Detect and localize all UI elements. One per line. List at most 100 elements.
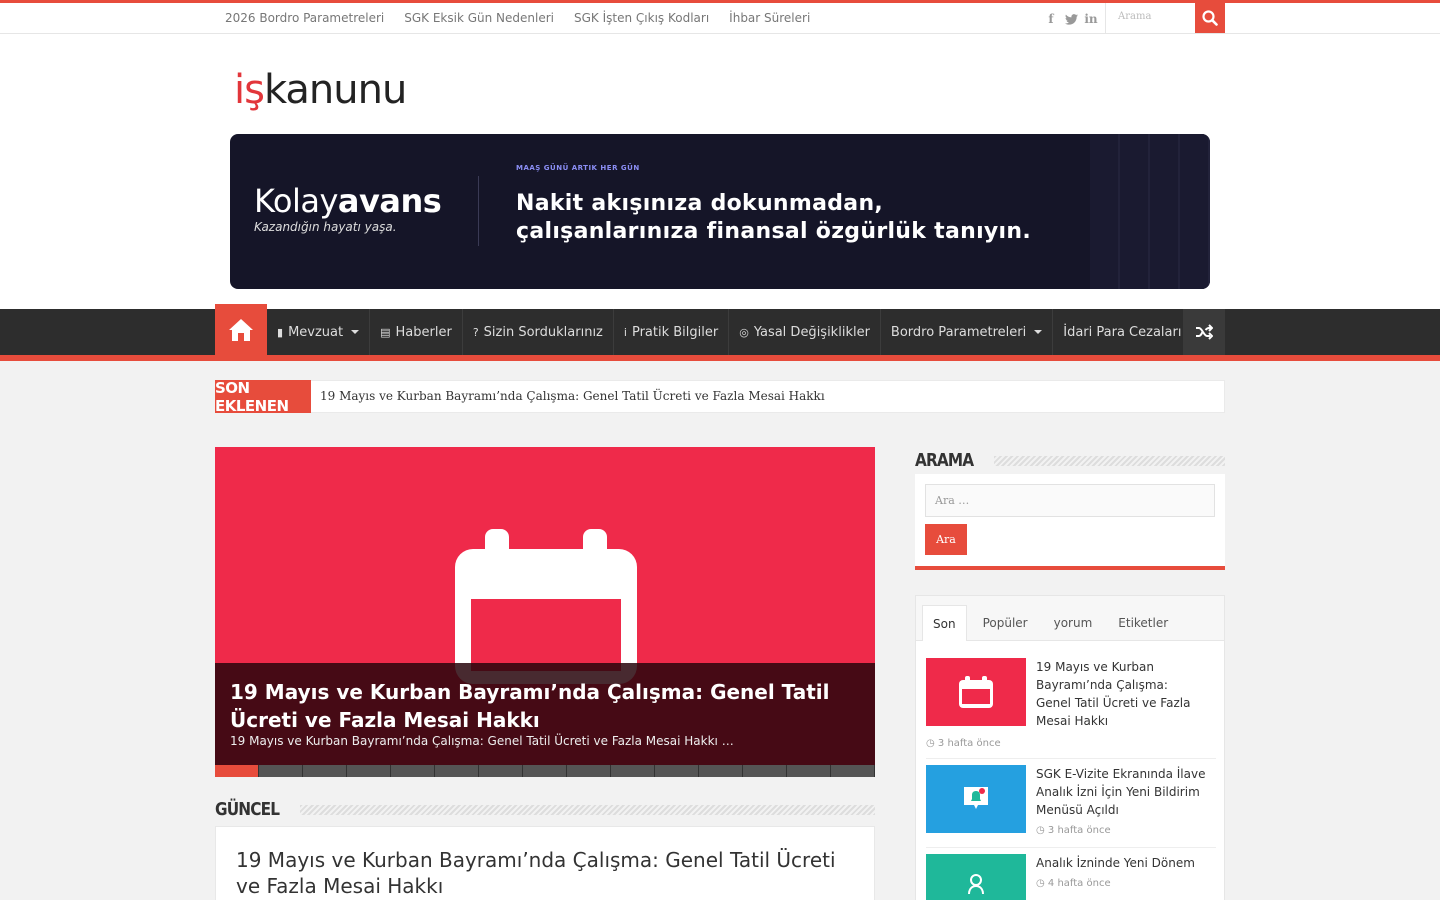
slider-dot[interactable] [215, 765, 259, 777]
search-widget-heading: ARAMA [915, 450, 974, 471]
slider-dot[interactable] [479, 765, 523, 777]
search-widget-header: ARAMA [915, 450, 1225, 471]
slider-dot[interactable] [699, 765, 743, 777]
question-icon: ? [472, 325, 479, 339]
home-icon [229, 318, 253, 341]
info-icon: i [623, 325, 627, 339]
tab-son[interactable]: Son [922, 605, 967, 641]
sidebar-post-title[interactable]: 19 Mayıs ve Kurban Bayramı’nda Çalışma: … [1036, 658, 1206, 730]
banner-divider [478, 176, 479, 246]
slider-dot[interactable] [743, 765, 787, 777]
widget-tabs: Son Popüler yorum Etiketler [916, 596, 1224, 641]
latest-post-title[interactable]: 19 Mayıs ve Kurban Bayramı’nda Çalışma: … [236, 847, 856, 899]
main-nav: ▮ Mevzuat ▤ Haberler ? Sizin Sorduklarınız i Pr… [0, 304, 1440, 361]
sidebar-post-title[interactable]: SGK E-Vizite Ekranında İlave Analık İzni… [1036, 765, 1206, 819]
sidebar-search-input[interactable]: Ara … [925, 484, 1215, 517]
post-date: ◷ 3 hafta önce [1036, 825, 1111, 836]
linkedin-icon[interactable]: in [1084, 11, 1098, 27]
newspaper-icon: ▤ [380, 325, 391, 339]
slider-dot[interactable] [303, 765, 347, 777]
heading-stripes [993, 455, 1225, 466]
top-links: 2026 Bordro Parametreleri SGK Eksik Gün … [215, 8, 820, 28]
nav-item-1[interactable]: ▤ Haberler [370, 309, 463, 355]
calendar-icon [959, 676, 993, 708]
slider-caption: 19 Mayıs ve Kurban Bayramı’nda Çalışma: … [215, 663, 875, 765]
sidebar-post-item[interactable]: Analık İzninde Yeni Dönem ◷ 4 hafta önce [926, 854, 1216, 900]
slider-dot[interactable] [831, 765, 875, 777]
nav-item-2[interactable]: ? Sizin Sorduklarınız [463, 309, 614, 355]
nav-item-label: Mevzuat [288, 324, 344, 340]
banner-slogan: Kazandığın hayatı yaşa. [254, 220, 397, 234]
nav-item-label: Pratik Bilgiler [631, 324, 719, 340]
slider-dot[interactable] [435, 765, 479, 777]
banner-headline-line-1: Nakit akışınıza dokunmadan, [516, 191, 884, 216]
logo-part-is: iş [234, 67, 265, 113]
nav-item-label: Bordro Parametreleri [890, 324, 1027, 340]
slider-dot[interactable] [611, 765, 655, 777]
site-logo[interactable]: iş kanunu [234, 67, 407, 113]
sidebar-search-button[interactable]: Ara [925, 524, 967, 555]
shuffle-icon [1196, 324, 1213, 340]
site-header: iş kanunu Kolayavans Kazandığın hayatı ya… [0, 34, 1440, 309]
item-divider [926, 758, 1216, 759]
book-icon: ▮ [277, 325, 284, 339]
breaking-news-link[interactable]: 19 Mayıs ve Kurban Bayramı’nda Çalışma: … [320, 389, 825, 403]
facebook-icon[interactable]: f [1044, 11, 1058, 27]
slider-dot[interactable] [347, 765, 391, 777]
post-thumbnail[interactable] [926, 765, 1026, 833]
post-thumbnail[interactable] [926, 658, 1026, 726]
top-search-input[interactable]: Arama [1105, 3, 1195, 33]
post-date: ◷ 3 hafta önce [926, 738, 1001, 749]
nav-items: ▮ Mevzuat ▤ Haberler ? Sizin Sorduklarınız i Pr… [267, 309, 1209, 355]
latest-post-card: 19 Mayıs ve Kurban Bayramı’nda Çalışma: … [215, 826, 875, 900]
banner-decoration [1090, 134, 1210, 289]
top-link-cikis-kodlari[interactable]: SGK İşten Çıkış Kodları [574, 8, 709, 28]
logo-part-kanunu: kanunu [263, 67, 407, 113]
random-post-button[interactable] [1183, 309, 1225, 355]
banner-brand-bold: avans [337, 182, 442, 220]
sidebar-post-item[interactable]: SGK E-Vizite Ekranında İlave Analık İzni… [926, 765, 1216, 845]
mother-baby-icon [968, 874, 984, 895]
banner-brand: Kolayavans [254, 182, 442, 220]
notification-icon [964, 787, 988, 809]
sidebar-post-title[interactable]: Analık İzninde Yeni Dönem [1036, 854, 1206, 872]
nav-item-4[interactable]: ◎ Yasal Değişiklikler [729, 309, 881, 355]
banner-headline: Nakit akışınıza dokunmadan, çalışanların… [516, 190, 1031, 246]
slider-dot[interactable] [787, 765, 831, 777]
twitter-icon[interactable] [1064, 11, 1078, 27]
nav-item-5[interactable]: Bordro Parametreleri [881, 309, 1054, 355]
tab-etiketler[interactable]: Etiketler [1108, 605, 1178, 641]
guncel-heading: GÜNCEL [215, 799, 280, 820]
nav-item-0[interactable]: ▮ Mevzuat [267, 309, 371, 355]
post-date-text: 3 hafta önce [937, 738, 1001, 749]
featured-slider[interactable]: 19 Mayıs ve Kurban Bayramı’nda Çalışma: … [215, 447, 875, 777]
slider-dot[interactable] [567, 765, 611, 777]
top-bar: 2026 Bordro Parametreleri SGK Eksik Gün … [0, 0, 1440, 34]
top-link-bordro[interactable]: 2026 Bordro Parametreleri [225, 8, 384, 28]
slider-dot[interactable] [259, 765, 303, 777]
slider-dot[interactable] [655, 765, 699, 777]
top-link-ihbar[interactable]: İhbar Süreleri [729, 8, 810, 28]
top-search-button[interactable] [1195, 3, 1225, 33]
banner-kicker: MAAŞ GÜNÜ ARTIK HER GÜN [516, 164, 640, 172]
post-date-text: 3 hafta önce [1047, 825, 1111, 836]
sidebar-post-item[interactable]: 19 Mayıs ve Kurban Bayramı’nda Çalışma: … [926, 658, 1216, 758]
slider-dot[interactable] [391, 765, 435, 777]
banner-headline-line-2: çalışanlarınıza finansal özgürlük tanıyı… [516, 219, 1032, 244]
top-link-eksik-gun[interactable]: SGK Eksik Gün Nedenleri [404, 8, 554, 28]
nav-item-label: Haberler [395, 324, 452, 340]
slider-title[interactable]: 19 Mayıs ve Kurban Bayramı’nda Çalışma: … [230, 678, 850, 734]
post-thumbnail[interactable] [926, 854, 1026, 900]
nav-item-label: İdari Para Cezaları [1063, 324, 1182, 340]
home-button[interactable] [215, 304, 267, 355]
tab-yorum[interactable]: yorum [1044, 605, 1103, 641]
calendar-icon [455, 529, 637, 684]
heading-stripes [300, 804, 875, 815]
tab-populer[interactable]: Popüler [973, 605, 1038, 641]
search-icon [1202, 10, 1218, 26]
slider-dot[interactable] [523, 765, 567, 777]
ad-banner[interactable]: Kolayavans Kazandığın hayatı yaşa. MAAŞ … [230, 134, 1210, 289]
nav-item-3[interactable]: i Pratik Bilgiler [614, 309, 730, 355]
nav-item-label: Yasal Değişiklikler [753, 324, 870, 340]
item-divider [926, 847, 1216, 848]
